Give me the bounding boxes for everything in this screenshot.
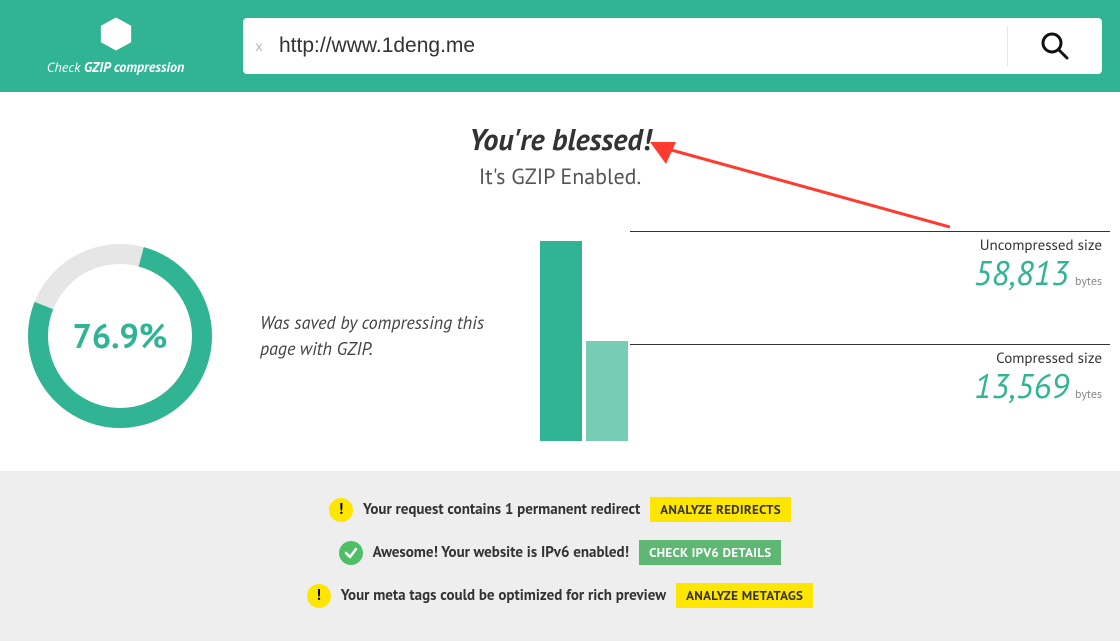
logo: Check GZIP compression <box>18 16 213 76</box>
clear-input-icon[interactable]: x <box>243 37 275 56</box>
notice-msg: Your meta tags could be optimized for ri… <box>341 586 666 605</box>
uncompressed-unit: bytes <box>1075 274 1102 289</box>
headline-area: You're blessed! It's GZIP Enabled. <box>0 120 1120 191</box>
results-area: 76.9% Was saved by compressing this page… <box>0 231 1120 441</box>
bar-compressed <box>586 341 628 441</box>
analyze-redirects-button[interactable]: ANALYZE REDIRECTS <box>650 497 791 522</box>
analyze-metatags-button[interactable]: ANALYZE METATAGS <box>676 583 813 608</box>
logo-text: Check GZIP compression <box>47 58 185 76</box>
url-input[interactable] <box>275 18 1007 74</box>
search-button[interactable] <box>1008 18 1102 74</box>
savings-percent: 76.9% <box>20 236 220 436</box>
size-bars <box>540 231 630 441</box>
notices-area: ! Your request contains 1 permanent redi… <box>0 471 1120 641</box>
uncompressed-value: 58,813 <box>974 251 1069 295</box>
compressed-block: Compressed size 13,569bytes <box>630 344 1110 405</box>
notice-msg: Your request contains 1 permanent redire… <box>363 500 640 519</box>
size-values: Uncompressed size 58,813bytes Compressed… <box>630 231 1110 441</box>
search-icon <box>1039 30 1071 62</box>
savings-ring: 76.9% <box>20 236 220 436</box>
check-ipv6-button[interactable]: CHECK IPV6 DETAILS <box>639 540 781 565</box>
headline-title: You're blessed! <box>0 120 1120 159</box>
header: Check GZIP compression x <box>0 0 1120 92</box>
headline-subtitle: It's GZIP Enabled. <box>0 163 1120 191</box>
savings-caption: Was saved by compressing this page with … <box>260 310 510 362</box>
warning-icon: ! <box>307 584 331 608</box>
notice-ipv6: Awesome! Your website is IPv6 enabled! C… <box>339 540 782 565</box>
search-bar: x <box>243 18 1102 74</box>
check-icon <box>339 541 363 565</box>
notice-redirect: ! Your request contains 1 permanent redi… <box>329 497 791 522</box>
logo-bold: GZIP compression <box>84 58 184 76</box>
notice-msg: Awesome! Your website is IPv6 enabled! <box>373 543 629 562</box>
hexagon-icon <box>98 16 134 52</box>
annotation-arrow-icon <box>650 142 950 242</box>
compressed-value: 13,569 <box>974 364 1069 408</box>
compressed-unit: bytes <box>1075 387 1102 402</box>
logo-prefix: Check <box>47 58 84 76</box>
bar-uncompressed <box>540 241 582 441</box>
notice-metatags: ! Your meta tags could be optimized for … <box>307 583 814 608</box>
warning-icon: ! <box>329 498 353 522</box>
